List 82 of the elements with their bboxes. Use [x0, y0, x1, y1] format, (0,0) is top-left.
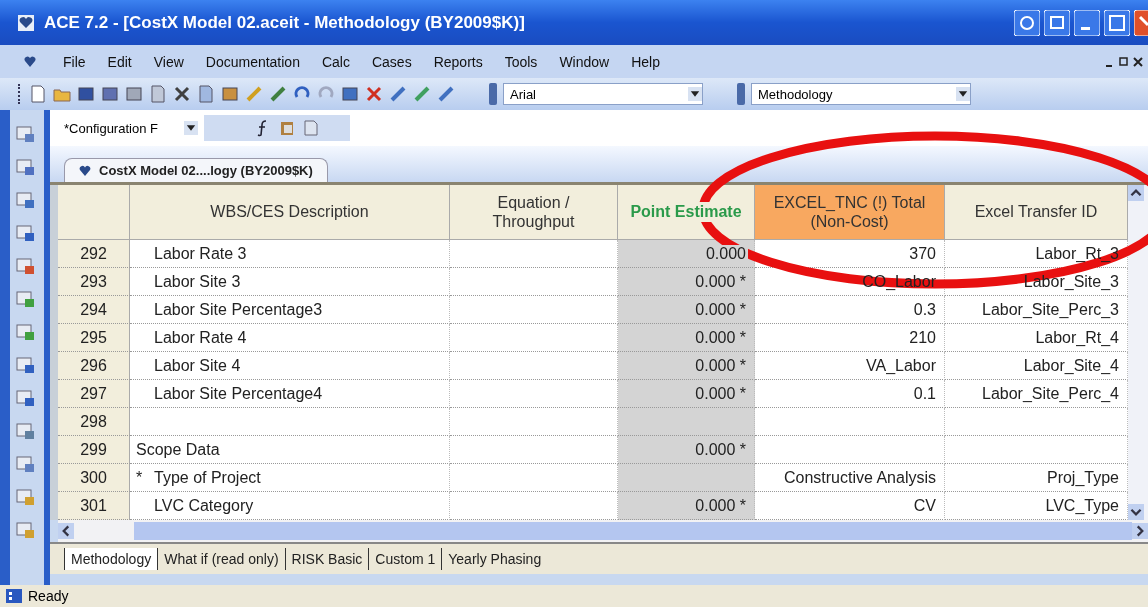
table-cell: * Type of Project: [130, 464, 450, 492]
menu-item[interactable]: View: [142, 53, 195, 70]
menu-item[interactable]: Help: [620, 53, 671, 70]
row-number[interactable]: 293: [58, 268, 130, 296]
row-number[interactable]: 296: [58, 352, 130, 380]
table-cell: Labor Rate 3: [130, 240, 450, 268]
grip-icon: [6, 589, 22, 603]
column-header[interactable]: EXCEL_TNC (!) Total (Non-Cost): [755, 185, 945, 240]
menu-item[interactable]: Tools: [493, 53, 549, 70]
minimize-icon[interactable]: [1074, 9, 1100, 36]
vertical-scrollbar[interactable]: [1128, 185, 1148, 520]
sheet-tab[interactable]: Yearly Phasing: [441, 548, 548, 570]
new-document-icon[interactable]: [29, 85, 47, 103]
document-tab-label: CostX Model 02....logy (BY2009$K): [99, 163, 313, 178]
table-cell: Scope Data: [130, 436, 450, 464]
sheet-tab[interactable]: Custom 1: [368, 548, 442, 570]
menu-item[interactable]: Calc: [310, 53, 361, 70]
table-cell: Labor Site 4: [130, 352, 450, 380]
dropdown-icon[interactable]: [956, 87, 970, 101]
toolbar-grip[interactable]: [489, 83, 497, 105]
toolbar-grip[interactable]: [737, 83, 745, 105]
table-cell: 0.000 *: [618, 380, 755, 408]
dropdown-icon[interactable]: [688, 87, 702, 101]
menu-item[interactable]: Documentation: [194, 53, 311, 70]
window-icon[interactable]: [1044, 9, 1070, 36]
row-number[interactable]: 292: [58, 240, 130, 268]
document-tab[interactable]: CostX Model 02....logy (BY2009$K): [64, 158, 328, 182]
table-cell: 0.000 *: [618, 436, 755, 464]
table-cell: Constructive Analysis: [755, 464, 945, 492]
heart-icon: [18, 14, 34, 31]
scroll-up-icon[interactable]: [1128, 185, 1144, 201]
column-header[interactable]: WBS/CES Description: [130, 185, 450, 240]
table-cell: 0.000: [618, 240, 755, 268]
scroll-left-icon[interactable]: [58, 523, 74, 539]
row-number[interactable]: 297: [58, 380, 130, 408]
close-icon[interactable]: [1134, 9, 1148, 36]
table-cell: Labor Rate 4: [130, 324, 450, 352]
row-number[interactable]: 299: [58, 436, 130, 464]
menu-item[interactable]: Window: [548, 53, 621, 70]
table-cell: Labor Site 3: [130, 268, 450, 296]
table-cell: 210: [755, 324, 945, 352]
preview-icon[interactable]: [149, 85, 167, 103]
menu-item[interactable]: Edit: [96, 53, 143, 70]
sheet-tab[interactable]: What if (read only): [157, 548, 285, 570]
table-cell: Labor Site Percentage3: [130, 296, 450, 324]
status-text: Ready: [28, 588, 69, 604]
table-cell: 0.000 *: [618, 268, 755, 296]
column-header[interactable]: Excel Transfer ID: [945, 185, 1128, 240]
heart-icon: [79, 164, 91, 177]
table-cell: 0.000 *: [618, 352, 755, 380]
scroll-down-icon[interactable]: [1128, 504, 1144, 520]
window-controls-icon[interactable]: [1104, 54, 1144, 69]
view-combo[interactable]: Methodology: [751, 83, 971, 105]
table-cell: VA_Labor: [755, 352, 945, 380]
table-cell: 370: [755, 240, 945, 268]
scroll-right-icon[interactable]: [1132, 523, 1148, 539]
row-number[interactable]: 300: [58, 464, 130, 492]
font-combo[interactable]: Arial: [503, 83, 703, 105]
dropdown-icon[interactable]: [184, 121, 198, 135]
table-cell: Labor Site Percentage4: [130, 380, 450, 408]
row-number[interactable]: 294: [58, 296, 130, 324]
table-cell: 0.3: [755, 296, 945, 324]
menu-item[interactable]: Cases: [360, 53, 423, 70]
menu-item[interactable]: File: [52, 53, 97, 70]
corner-cell: [58, 185, 130, 240]
sheet-tab[interactable]: RISK Basic: [284, 548, 369, 570]
table-cell: 0.1: [755, 380, 945, 408]
document-icon[interactable]: [302, 119, 320, 137]
column-header[interactable]: Equation / Throughput: [450, 185, 618, 240]
table-cell: 0.000 *: [618, 296, 755, 324]
table-cell: 0.000 *: [618, 324, 755, 352]
sheet-tab[interactable]: Methodology: [64, 548, 158, 570]
window-title: ACE 7.2 - [CostX Model 02.aceit - Methodology (BY2009$K)]: [44, 12, 525, 33]
horizontal-scrollbar[interactable]: [58, 520, 1148, 542]
copy-icon[interactable]: [197, 85, 215, 103]
row-number[interactable]: 298: [58, 408, 130, 436]
row-number[interactable]: 301: [58, 492, 130, 520]
menu-item[interactable]: Reports: [422, 53, 494, 70]
row-number[interactable]: 295: [58, 324, 130, 352]
restore-icon[interactable]: [1014, 9, 1040, 36]
table-cell: 0.000 *: [618, 492, 755, 520]
maximize-icon[interactable]: [1104, 9, 1130, 36]
